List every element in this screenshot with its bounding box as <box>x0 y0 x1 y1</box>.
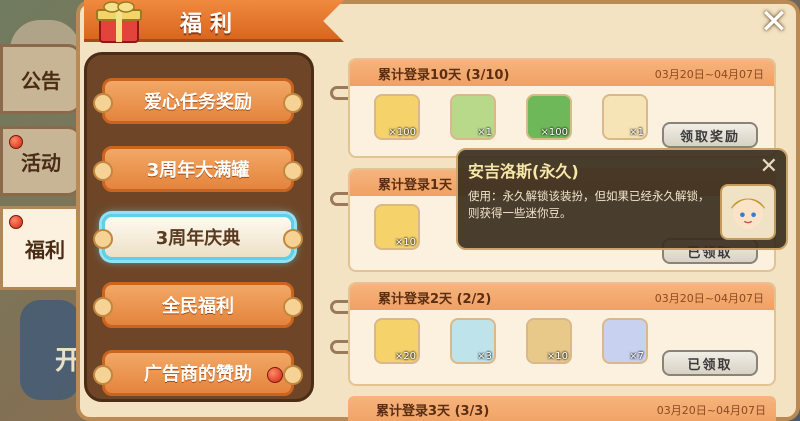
menu-item-sponsor[interactable]: 广告商的赞助 <box>93 350 303 396</box>
item-tooltip: 安吉洛斯(永久) ✕ 使用：永久解锁该装扮，但如果已经永久解锁，则获得一些迷你豆… <box>456 148 788 250</box>
claimed-button[interactable]: 已领取 <box>662 350 758 376</box>
item-count: ×3 <box>477 351 492 362</box>
side-tab-label: 活动 <box>21 150 61 175</box>
menu-item-label: 全民福利 <box>162 296 234 317</box>
gift-box-icon <box>96 1 142 43</box>
card-date: 03月20日~04月07日 <box>656 404 766 417</box>
menu-item-label: 爱心任务奖励 <box>144 92 252 113</box>
tooltip-description: 使用：永久解锁该装扮，但如果已经永久解锁，则获得一些迷你豆。 <box>468 189 710 220</box>
menu-item-anniversary-celebration[interactable]: 3周年庆典 <box>93 214 303 260</box>
tooltip-close-icon[interactable]: ✕ <box>760 154 778 179</box>
menu-item-label: 广告商的赞助 <box>144 364 252 385</box>
reward-card-header-partial: 累计登录3天 (3/3) 03月20日~04月07日 <box>348 396 776 421</box>
character-portrait-icon <box>720 184 776 240</box>
item-count: ×1 <box>477 127 492 138</box>
reward-card: 累计登录10天 (3/10) 03月20日~04月07日 ×100 ×1 ×10… <box>348 58 776 158</box>
card-header: 累计登录10天 (3/10) 03月20日~04月07日 <box>350 60 774 86</box>
item-count: ×10 <box>546 351 568 362</box>
tooltip-item-name: 安吉洛斯(永久) <box>468 162 579 181</box>
robot-head-icon[interactable]: ×7 <box>602 318 648 364</box>
gold-ticket-icon[interactable]: ×100 <box>374 94 420 140</box>
notification-dot-icon <box>9 215 23 229</box>
character-portrait-icon[interactable]: ×1 <box>602 94 648 140</box>
claim-reward-button[interactable]: 领取奖励 <box>662 122 758 148</box>
side-tab-label: 福利 <box>25 237 65 262</box>
card-title: 累计登录2天 (2/2) <box>378 292 492 307</box>
menu-item-label: 3周年庆典 <box>155 228 241 249</box>
card-date: 03月20日~04月07日 <box>654 292 764 305</box>
item-count: ×100 <box>388 127 416 138</box>
card-date: 03月20日~04月07日 <box>654 68 764 81</box>
menu-item-welfare-for-all[interactable]: 全民福利 <box>93 282 303 328</box>
gold-ticket-icon[interactable]: ×20 <box>374 318 420 364</box>
notification-dot-icon <box>267 367 283 383</box>
item-count: ×7 <box>629 351 644 362</box>
item-count: ×10 <box>394 237 416 248</box>
card-title: 累计登录10天 (3/10) <box>378 68 510 83</box>
item-count: ×1 <box>629 127 644 138</box>
ice-cream-icon[interactable]: ×3 <box>450 318 496 364</box>
card-header: 累计登录2天 (2/2) 03月20日~04月07日 <box>350 284 774 310</box>
green-gem-icon[interactable]: ×100 <box>526 94 572 140</box>
item-count: ×20 <box>394 351 416 362</box>
card-title: 累计登录1天 <box>378 178 453 193</box>
notification-dot-icon <box>9 135 23 149</box>
menu-item-love-tasks[interactable]: 爱心任务奖励 <box>93 78 303 124</box>
side-tab-announcement[interactable]: 公告 <box>0 44 82 114</box>
menu-item-label: 3周年大满罐 <box>146 160 250 181</box>
menu-item-anniversary-jar[interactable]: 3周年大满罐 <box>93 146 303 192</box>
photo-frame-icon[interactable]: ×1 <box>450 94 496 140</box>
card-title: 累计登录3天 (3/3) <box>376 404 490 419</box>
side-tab-label: 公告 <box>21 68 61 93</box>
reward-card: 累计登录2天 (2/2) 03月20日~04月07日 ×20 ×3 ×10 ×7… <box>348 282 776 386</box>
goggles-character-icon[interactable]: ×10 <box>526 318 572 364</box>
gold-ticket-icon[interactable]: ×10 <box>374 204 420 250</box>
item-count: ×100 <box>540 127 568 138</box>
page-title: 福利 <box>180 12 241 37</box>
close-icon[interactable]: ✕ <box>756 4 792 40</box>
side-tab-events[interactable]: 活动 <box>0 126 82 196</box>
